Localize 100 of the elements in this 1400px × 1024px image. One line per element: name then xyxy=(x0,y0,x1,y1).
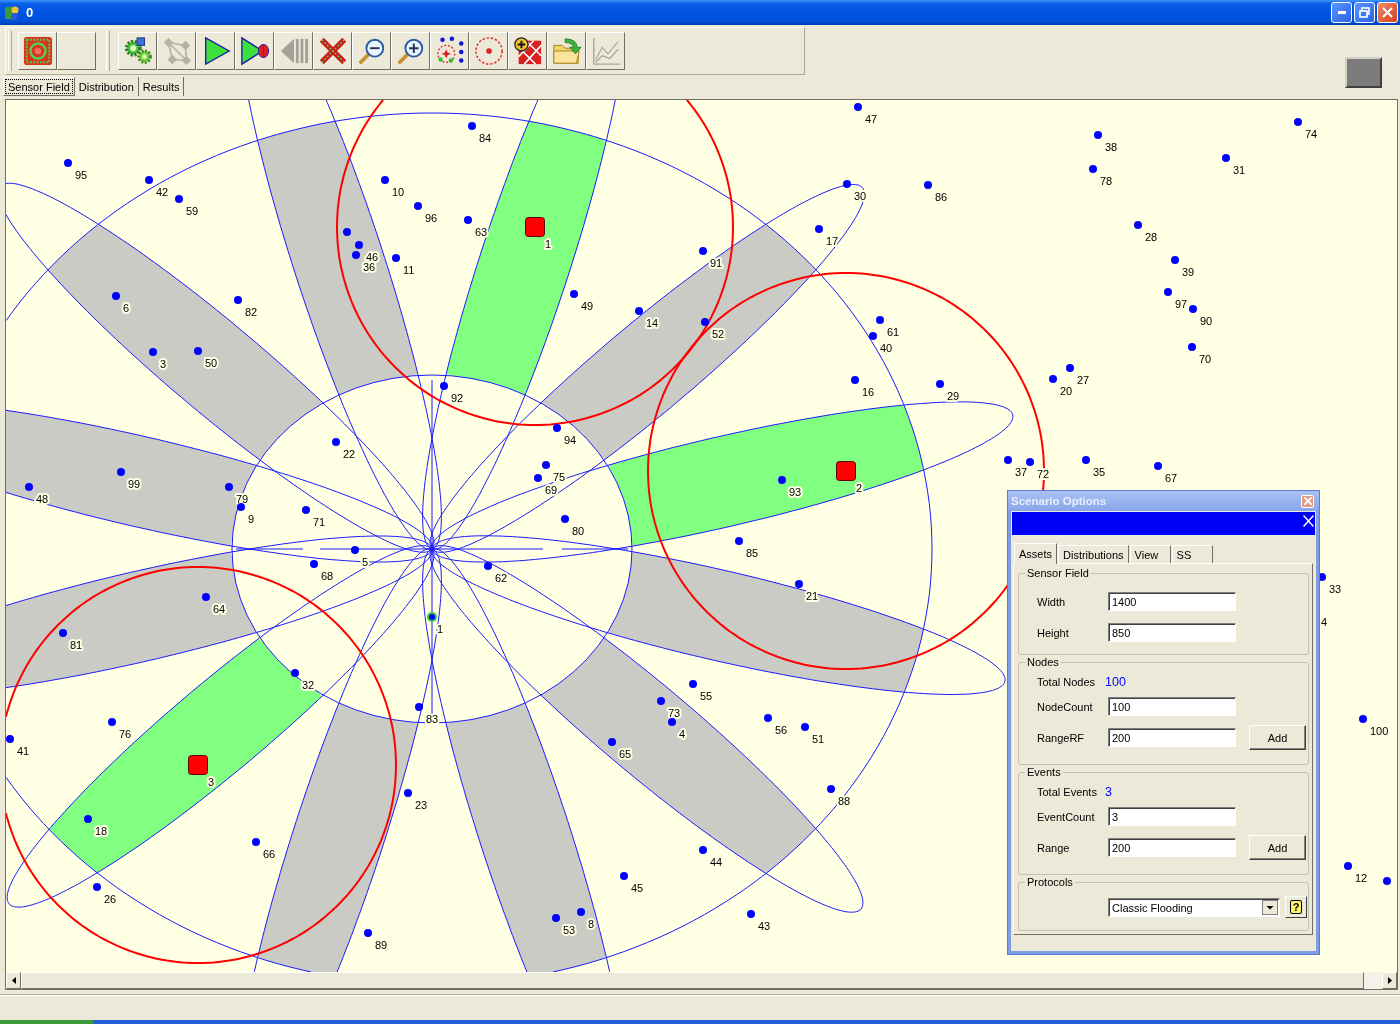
scroll-left-button[interactable] xyxy=(6,972,21,989)
add-button[interactable]: Add xyxy=(1249,725,1306,750)
sensor-node-icon xyxy=(175,195,183,203)
node-label: 83 xyxy=(426,713,439,725)
node-label: 65 xyxy=(619,748,632,760)
tab[interactable]: View xyxy=(1129,545,1171,563)
tab[interactable]: Sensor Field xyxy=(3,77,75,96)
sensor-node-icon xyxy=(464,216,472,224)
minimize-button[interactable] xyxy=(1331,2,1352,23)
toolbar-button[interactable] xyxy=(196,32,235,70)
tab[interactable]: Distribution xyxy=(74,77,139,96)
left-arrow-icon xyxy=(11,977,16,984)
sensor-node-icon xyxy=(534,474,542,482)
node-label: 62 xyxy=(495,572,508,584)
node-label: 43 xyxy=(758,920,771,932)
help-button[interactable]: ? xyxy=(1285,896,1307,918)
scroll-right-button[interactable] xyxy=(1382,972,1397,989)
sensor-node-icon xyxy=(561,515,569,523)
sensor-node-icon xyxy=(149,348,157,356)
node-label: 36 xyxy=(363,261,376,273)
tab[interactable]: Assets xyxy=(1014,543,1057,564)
sensor-node-icon xyxy=(876,316,884,324)
event-marker-icon xyxy=(188,755,208,775)
node-label: 61 xyxy=(887,326,900,338)
sensor-node-icon xyxy=(302,506,310,514)
node-label: 56 xyxy=(775,724,788,736)
field-label: Total Events xyxy=(1037,785,1098,798)
sensor-node-icon xyxy=(1154,462,1162,470)
sensor-node-icon xyxy=(815,225,823,233)
node-label: 47 xyxy=(865,113,878,125)
sensor-node-icon xyxy=(577,908,585,916)
field-label: Total Nodes xyxy=(1037,675,1097,688)
tab[interactable]: Results xyxy=(138,77,185,96)
toolbar-button[interactable] xyxy=(352,32,391,70)
toolbar-button[interactable] xyxy=(508,32,547,70)
protocol-dropdown[interactable]: Classic Flooding xyxy=(1108,898,1280,917)
add-button[interactable]: Add xyxy=(1249,835,1306,860)
node-label: 39 xyxy=(1182,266,1195,278)
network-icon xyxy=(161,36,192,66)
sensor-node-icon xyxy=(1049,375,1057,383)
node-label: 97 xyxy=(1175,298,1188,310)
close-button[interactable] xyxy=(1377,2,1398,23)
toolbar-button[interactable] xyxy=(235,32,274,70)
node-label: 1 xyxy=(437,623,444,635)
node-label: 89 xyxy=(375,939,388,951)
node-label: 79 xyxy=(236,493,249,505)
start-button[interactable] xyxy=(0,1020,93,1024)
node-label: 4 xyxy=(679,728,686,740)
close-button[interactable] xyxy=(1303,515,1314,527)
sensor-node-icon xyxy=(701,318,709,326)
number-field[interactable]: 3 xyxy=(1108,807,1236,826)
puzzle-add-icon xyxy=(512,36,543,66)
sensor-node-icon xyxy=(795,580,803,588)
sensor-node-icon xyxy=(764,714,772,722)
tab[interactable]: Distributions xyxy=(1058,545,1129,563)
toolbar-button[interactable] xyxy=(391,32,430,70)
number-field[interactable]: 850 xyxy=(1108,623,1236,642)
node-label: 41 xyxy=(17,745,30,757)
toolbar-button[interactable] xyxy=(430,32,469,70)
sensor-node-icon xyxy=(1066,364,1074,372)
node-label: 29 xyxy=(947,390,960,402)
sensor-node-icon xyxy=(570,290,578,298)
number-field[interactable]: 200 xyxy=(1108,838,1236,857)
sensor-node-icon xyxy=(699,247,707,255)
node-label: 51 xyxy=(812,733,825,745)
field-label: EventCount xyxy=(1037,810,1096,823)
node-label: 81 xyxy=(70,639,83,651)
sensor-node-icon xyxy=(6,735,14,743)
tab[interactable]: SS xyxy=(1171,545,1213,563)
group-title: Sensor Field xyxy=(1026,567,1090,580)
zoom-out-icon xyxy=(356,36,387,66)
sensor-node-icon xyxy=(1383,877,1391,885)
node-label: 94 xyxy=(564,434,577,446)
number-field[interactable]: 1400 xyxy=(1108,592,1236,611)
cross-icon xyxy=(317,36,348,66)
sensor-node-icon xyxy=(851,376,859,384)
sensor-node-icon xyxy=(747,910,755,918)
sensor-node-icon xyxy=(924,181,932,189)
node-label: 93 xyxy=(789,486,802,498)
node-label: 73 xyxy=(668,707,681,719)
node-label: 8 xyxy=(588,918,595,930)
number-field[interactable]: 100 xyxy=(1108,697,1236,716)
sensor-node-icon xyxy=(484,562,492,570)
sensor-node-icon xyxy=(552,914,560,922)
sensor-node-icon xyxy=(1094,131,1102,139)
node-label: 21 xyxy=(806,590,819,602)
node-label: 27 xyxy=(1077,374,1090,386)
number-field[interactable]: 200 xyxy=(1108,728,1236,747)
sensor-node-icon xyxy=(351,546,359,554)
node-label: 90 xyxy=(1200,315,1213,327)
corner-button[interactable] xyxy=(1345,57,1382,88)
node-label: 71 xyxy=(313,516,326,528)
toolbar-grip[interactable] xyxy=(8,31,12,71)
node-label: 63 xyxy=(475,226,488,238)
toolbar-grip[interactable] xyxy=(106,31,110,71)
event-marker-icon xyxy=(525,217,545,237)
node-label: 4 xyxy=(1321,616,1328,628)
node-label: 95 xyxy=(75,169,88,181)
node-label: 66 xyxy=(263,848,276,860)
restore-button[interactable] xyxy=(1354,2,1375,23)
